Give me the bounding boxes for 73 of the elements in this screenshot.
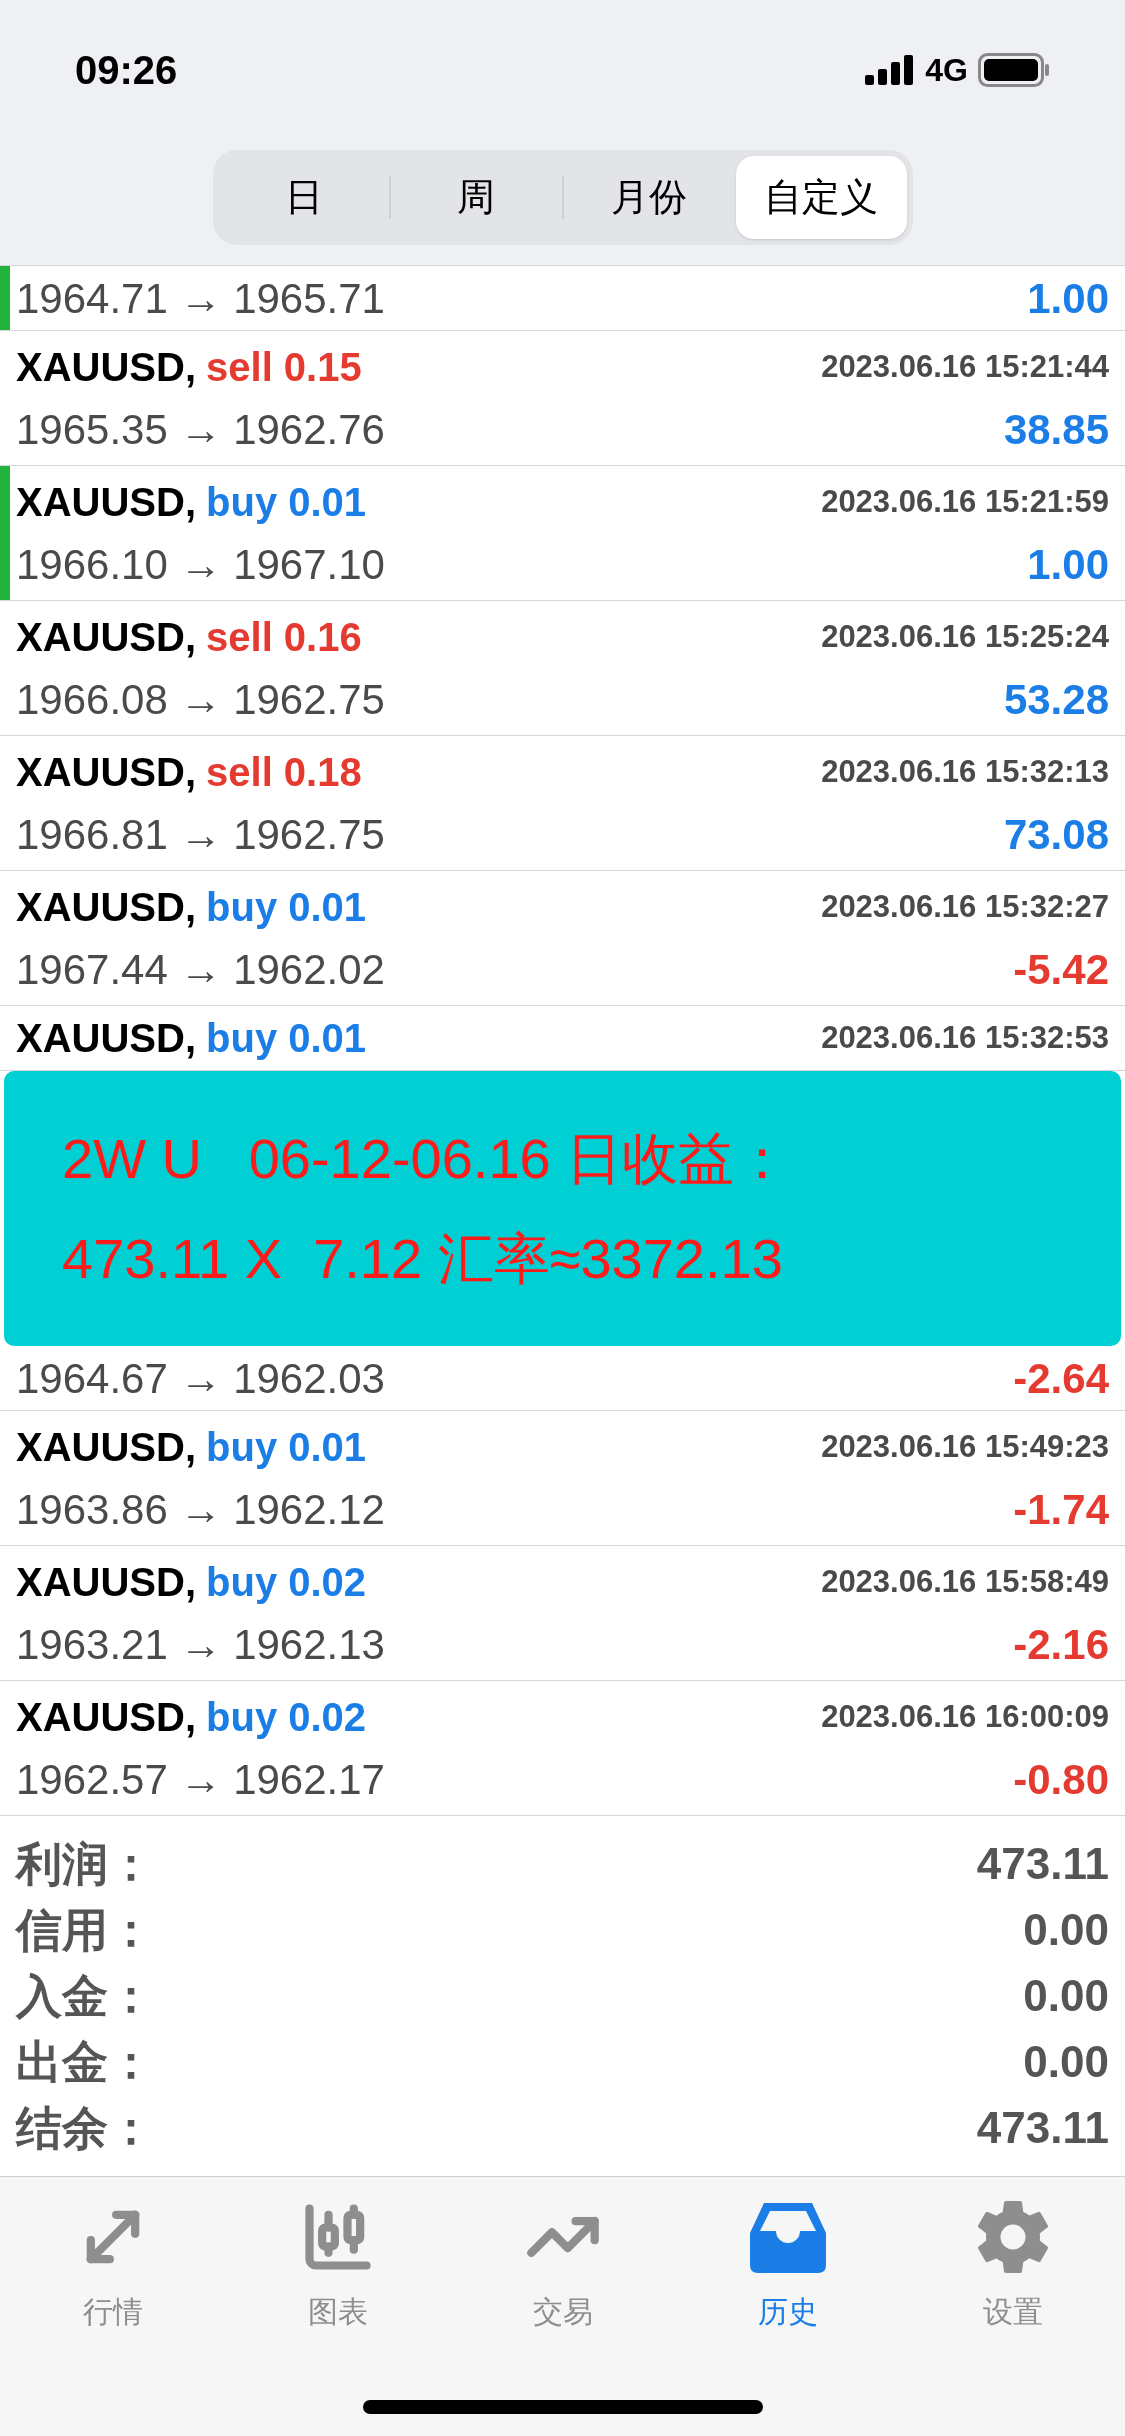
price-range: 1963.86 → 1962.12 [16, 1484, 385, 1535]
price-range: 1966.10 → 1967.10 [16, 539, 385, 590]
deal-time: 2023.06.16 15:25:24 [821, 617, 1109, 656]
deal-time: 2023.06.16 15:32:27 [821, 887, 1109, 926]
signal-icon [865, 55, 916, 85]
period-tab[interactable]: 日 [218, 156, 389, 239]
price-range: 1965.35 → 1962.76 [16, 404, 385, 455]
symbol-label: XAUUSD, [16, 749, 197, 796]
period-tab[interactable]: 自定义 [736, 156, 907, 239]
profit-value: 1.00 [1027, 539, 1109, 590]
profit-value: -1.74 [1013, 1484, 1109, 1535]
symbol-label: XAUUSD, [16, 884, 197, 931]
period-tab[interactable]: 周 [391, 156, 562, 239]
tab-bar-item[interactable]: 图表 [225, 2197, 450, 2334]
symbol-label: XAUUSD, [16, 1559, 197, 1606]
network-label: 4G [925, 51, 968, 90]
price-range: 1962.57 → 1962.17 [16, 1754, 385, 1805]
side-label: sell 0.16 [206, 614, 362, 661]
symbol-label: XAUUSD, [16, 344, 197, 391]
profit-value: -5.42 [1013, 944, 1109, 995]
side-label: sell 0.18 [206, 749, 362, 796]
side-label: buy 0.01 [206, 884, 367, 931]
inbox-icon [749, 2201, 826, 2273]
summary-value: 0.00 [1023, 1970, 1109, 2022]
summary-label: 结余： [16, 2100, 154, 2156]
battery-icon [978, 53, 1050, 87]
deal-time: 2023.06.16 15:32:53 [821, 1018, 1109, 1057]
symbol-label: XAUUSD, [16, 1424, 197, 1471]
deal-time: 2023.06.16 15:32:13 [821, 752, 1109, 791]
side-label: buy 0.02 [206, 1559, 367, 1606]
summary-label: 入金： [16, 1968, 154, 2024]
price-range: 1964.71 → 1965.71 [16, 273, 385, 324]
profit-value: 73.08 [1003, 809, 1109, 860]
side-label: buy 0.01 [206, 1424, 367, 1471]
tab-bar-item[interactable]: 行情 [0, 2197, 225, 2334]
tab-bar-item[interactable]: 交易 [450, 2197, 675, 2334]
caption-text: 473.11 X 7.12 汇率≈3372.13 [62, 1225, 784, 1292]
summary-value: 0.00 [1023, 2036, 1109, 2088]
deal-time: 2023.06.16 16:00:09 [821, 1697, 1109, 1736]
deal-time: 2023.06.16 15:58:49 [821, 1562, 1109, 1601]
side-label: sell 0.15 [206, 344, 362, 391]
profit-value: -2.64 [1013, 1353, 1109, 1404]
summary-value: 473.11 [976, 2102, 1109, 2154]
summary-label: 信用： [16, 1902, 154, 1958]
symbol-label: XAUUSD, [16, 479, 197, 526]
price-range: 1967.44 → 1962.02 [16, 944, 385, 995]
summary-value: 0.00 [1023, 1904, 1109, 1956]
profit-value: -2.16 [1013, 1619, 1109, 1670]
summary-value: 473.11 [976, 1838, 1109, 1890]
profit-value: -0.80 [1013, 1754, 1109, 1805]
profit-value: 38.85 [1003, 404, 1109, 455]
tab-bar-item[interactable]: 设置 [900, 2197, 1125, 2334]
profit-value: 1.00 [1027, 273, 1109, 324]
price-range: 1964.67 → 1962.03 [16, 1353, 385, 1404]
symbol-label: XAUUSD, [16, 614, 197, 661]
side-label: buy 0.02 [206, 1694, 367, 1741]
summary-label: 利润： [16, 1836, 154, 1892]
price-range: 1963.21 → 1962.13 [16, 1619, 385, 1670]
side-label: buy 0.01 [206, 479, 367, 526]
summary-label: 出金： [16, 2034, 154, 2090]
symbol-label: XAUUSD, [16, 1015, 197, 1062]
period-tab[interactable]: 月份 [563, 156, 734, 239]
deal-time: 2023.06.16 15:49:23 [821, 1427, 1109, 1466]
price-range: 1966.81 → 1962.75 [16, 809, 385, 860]
tab-bar-item[interactable]: 历史 [675, 2197, 900, 2334]
caption-text: 2W U 06-12-06.16 日收益： [62, 1125, 792, 1192]
side-label: buy 0.01 [206, 1015, 367, 1062]
deal-time: 2023.06.16 15:21:44 [821, 347, 1109, 386]
price-range: 1966.08 → 1962.75 [16, 674, 385, 725]
clock-time: 09:26 [75, 47, 178, 94]
profit-value: 53.28 [1003, 674, 1109, 725]
symbol-label: XAUUSD, [16, 1694, 197, 1741]
deal-time: 2023.06.16 15:21:59 [821, 482, 1109, 521]
